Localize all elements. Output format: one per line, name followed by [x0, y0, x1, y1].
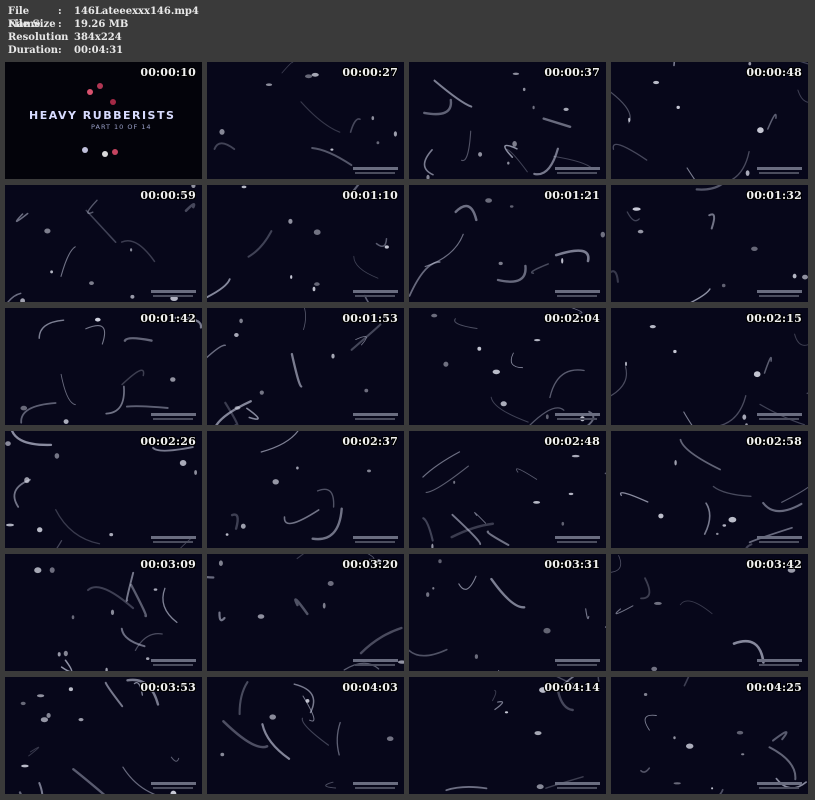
video-thumbnail: HEAVY RUBBERISTS PART 10 OF 14 00:00:10 [5, 62, 202, 179]
video-thumbnail: 00:03:09 [5, 554, 202, 671]
file-name-row: File Name : 146Lateeexxx146.mp4 [8, 5, 199, 30]
timestamp-label: 00:02:15 [746, 312, 802, 325]
timestamp-label: 00:02:26 [140, 435, 196, 448]
timestamp-label: 00:01:53 [342, 312, 398, 325]
frame-image [5, 431, 202, 548]
file-size-row: File Size : 19.26 MB [8, 18, 199, 31]
video-thumbnail: 00:02:15 [611, 308, 808, 425]
video-thumbnail: 00:00:59 [5, 185, 202, 302]
timestamp-label: 00:03:53 [140, 681, 196, 694]
video-thumbnail: 00:00:37 [409, 62, 606, 179]
video-thumbnail: 00:00:48 [611, 62, 808, 179]
meta-separator: : [58, 45, 62, 56]
frame-image [409, 554, 606, 671]
video-thumbnail: 00:02:58 [611, 431, 808, 548]
timestamp-label: 00:02:58 [746, 435, 802, 448]
video-thumbnail: 00:01:10 [207, 185, 404, 302]
meta-key: File Name [8, 6, 41, 30]
timestamp-label: 00:00:27 [342, 66, 398, 79]
frame-image [611, 431, 808, 548]
frame-image [207, 185, 404, 302]
timestamp-label: 00:03:42 [746, 558, 802, 571]
timestamp-label: 00:00:48 [746, 66, 802, 79]
video-thumbnail: 00:02:48 [409, 431, 606, 548]
frame-image [5, 677, 202, 794]
resolution-row: Resolution : 384x224 [8, 31, 199, 44]
timestamp-label: 00:01:32 [746, 189, 802, 202]
frame-image [409, 308, 606, 425]
frame-image [207, 431, 404, 548]
video-thumbnail: 00:03:53 [5, 677, 202, 794]
frame-image [207, 308, 404, 425]
timestamp-label: 00:00:37 [544, 66, 600, 79]
frame-image [611, 677, 808, 794]
file-name-value: 146Lateeexxx146.mp4 [74, 6, 199, 17]
file-size-value: 19.26 MB [74, 19, 129, 30]
timestamp-label: 00:04:25 [746, 681, 802, 694]
video-thumbnail: 00:02:04 [409, 308, 606, 425]
video-thumbnail: 00:01:32 [611, 185, 808, 302]
video-thumbnail: 00:03:20 [207, 554, 404, 671]
timestamp-label: 00:02:37 [342, 435, 398, 448]
video-thumbnail: 00:00:27 [207, 62, 404, 179]
file-info-header: File Name : 146Lateeexxx146.mp4 File Siz… [8, 5, 199, 57]
video-thumbnail: 00:02:26 [5, 431, 202, 548]
frame-image [207, 554, 404, 671]
frame-image: HEAVY RUBBERISTSPART 10 OF 14 [5, 62, 202, 179]
frame-image [409, 431, 606, 548]
timestamp-label: 00:00:10 [140, 66, 196, 79]
video-thumbnail: 00:01:53 [207, 308, 404, 425]
duration-value: 00:04:31 [74, 45, 124, 56]
frame-image [5, 308, 202, 425]
frame-image [409, 185, 606, 302]
video-thumbnail: 00:02:37 [207, 431, 404, 548]
frame-image [611, 308, 808, 425]
duration-row: Duration : 00:04:31 [8, 44, 199, 57]
frame-image [5, 554, 202, 671]
frame-image [611, 554, 808, 671]
meta-key: Resolution [8, 32, 69, 43]
timestamp-label: 00:04:03 [342, 681, 398, 694]
video-thumbnail: 00:04:14 [409, 677, 606, 794]
timestamp-label: 00:03:31 [544, 558, 600, 571]
video-thumbnail: 00:03:42 [611, 554, 808, 671]
frame-image [611, 185, 808, 302]
frame-image [207, 677, 404, 794]
frame-image [409, 62, 606, 179]
video-part-text: PART 10 OF 14 [91, 123, 152, 131]
timestamp-label: 00:03:20 [342, 558, 398, 571]
meta-key: Duration [8, 45, 59, 56]
timestamp-label: 00:02:48 [544, 435, 600, 448]
video-thumbnail: 00:04:03 [207, 677, 404, 794]
video-thumbnail: 00:01:42 [5, 308, 202, 425]
frame-image [611, 62, 808, 179]
video-thumbnail: 00:03:31 [409, 554, 606, 671]
video-thumbnail: 00:01:21 [409, 185, 606, 302]
meta-separator: : [58, 32, 62, 43]
video-title-text: HEAVY RUBBERISTS [29, 109, 175, 122]
resolution-value: 384x224 [74, 32, 122, 43]
timestamp-label: 00:01:21 [544, 189, 600, 202]
meta-key: File Size [8, 19, 56, 30]
thumbnail-grid: HEAVY RUBBERISTS PART 10 OF 14 00:00:10 00:… [5, 62, 810, 795]
frame-image [207, 62, 404, 179]
timestamp-label: 00:04:14 [544, 681, 600, 694]
timestamp-label: 00:01:10 [342, 189, 398, 202]
video-thumbnail: 00:04:25 [611, 677, 808, 794]
timestamp-label: 00:00:59 [140, 189, 196, 202]
frame-image [409, 677, 606, 794]
timestamp-label: 00:03:09 [140, 558, 196, 571]
timestamp-label: 00:01:42 [140, 312, 196, 325]
meta-separator: : [58, 6, 62, 17]
frame-image [5, 185, 202, 302]
meta-separator: : [58, 19, 62, 30]
timestamp-label: 00:02:04 [544, 312, 600, 325]
